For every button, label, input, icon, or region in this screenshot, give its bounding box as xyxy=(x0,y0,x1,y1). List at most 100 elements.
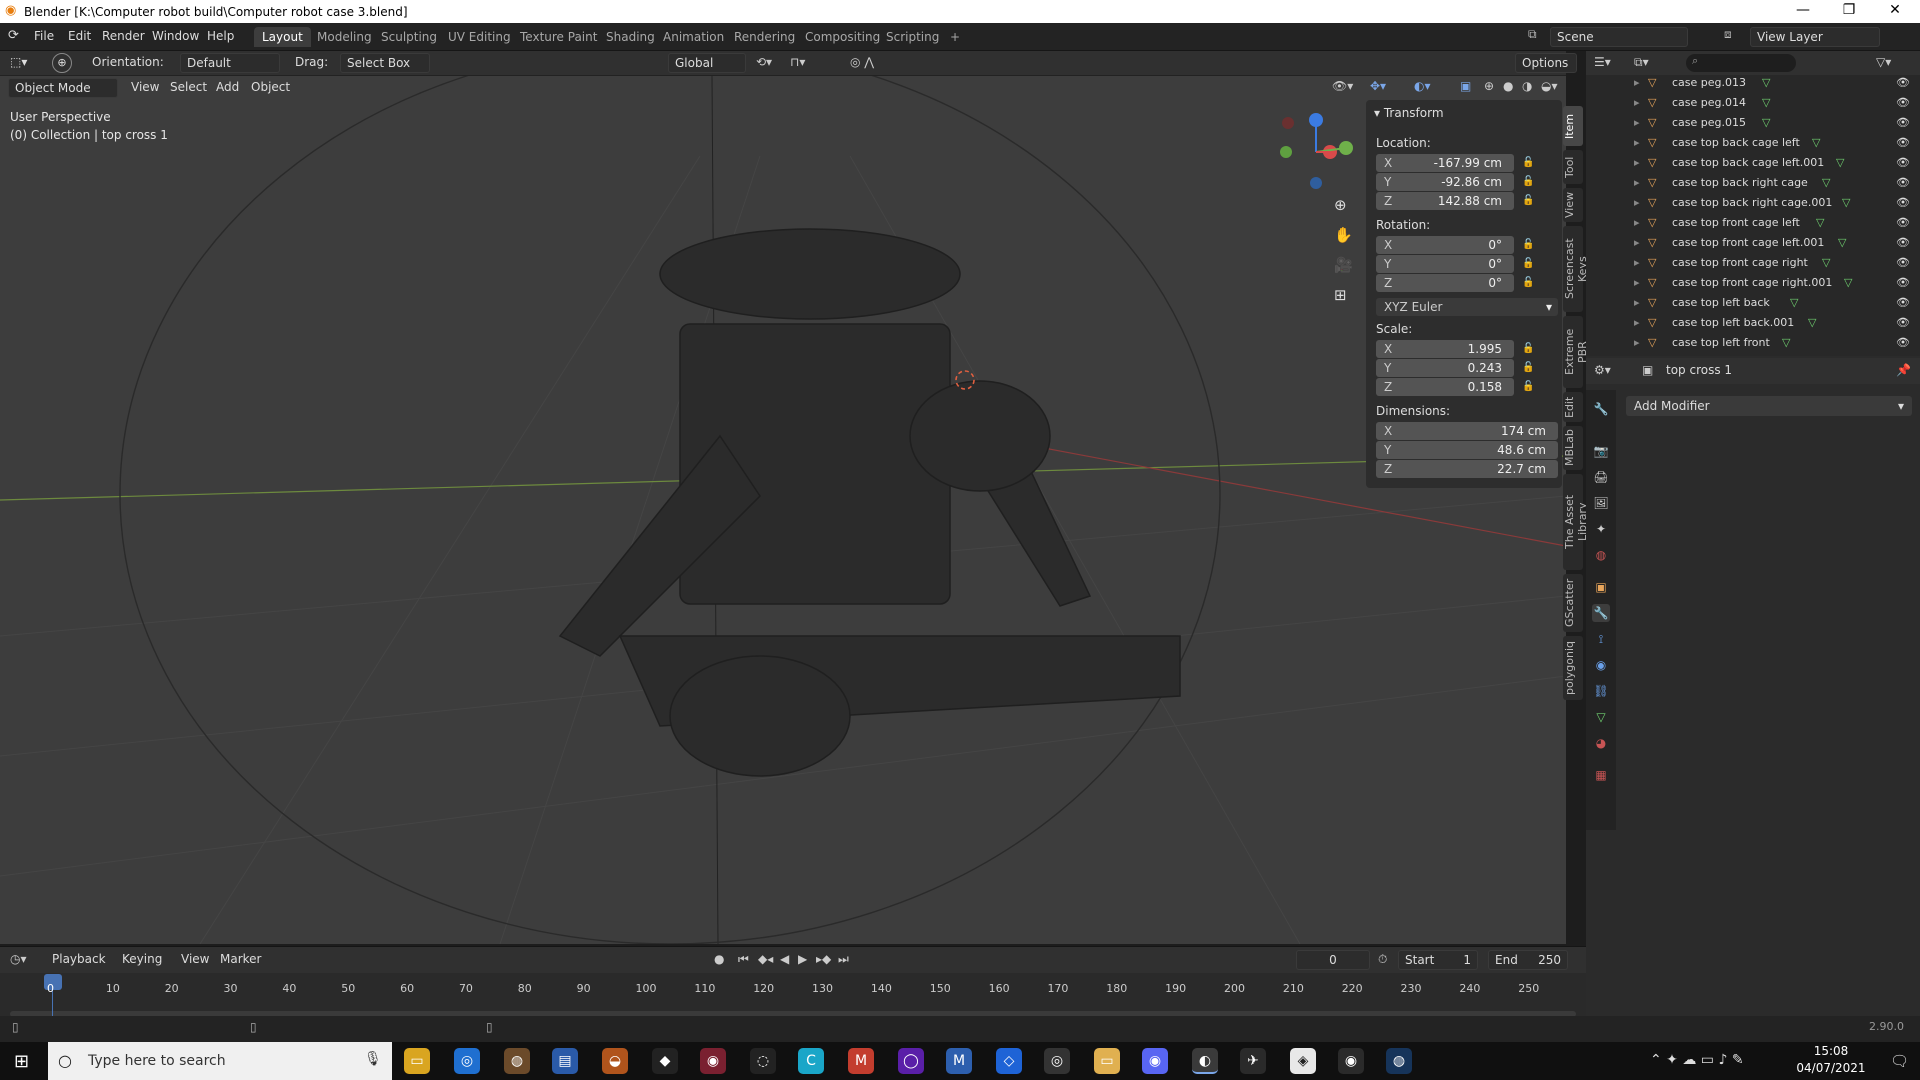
notifications-icon[interactable]: 🗨 xyxy=(1890,1052,1909,1070)
unity-icon[interactable]: ◆ xyxy=(652,1048,678,1074)
app-icon[interactable]: ✈ xyxy=(1240,1048,1266,1074)
proportional-edit-icon[interactable]: ◎ ⋀ xyxy=(850,55,874,69)
timeline-menu-view[interactable]: View xyxy=(181,952,209,966)
pan-hand-icon[interactable]: ✋ xyxy=(1334,226,1353,244)
outliner-item[interactable]: ▸ ▽ case top left back.001 ▽ 👁 xyxy=(1586,316,1920,336)
scene-tab-icon[interactable]: ✦ xyxy=(1592,520,1610,538)
snap-icon[interactable]: ⊓▾ xyxy=(790,55,805,69)
eye-icon[interactable]: 👁 xyxy=(1896,96,1910,109)
object-tab-icon[interactable]: ▣ xyxy=(1592,578,1610,596)
tab-scripting[interactable]: Scripting xyxy=(878,27,947,47)
menu-help[interactable]: Help xyxy=(207,29,234,43)
maximize-button[interactable]: ❐ xyxy=(1826,0,1872,23)
app-icon[interactable]: ◌ xyxy=(750,1048,776,1074)
app-icon[interactable]: ◉ xyxy=(700,1048,726,1074)
particles-tab-icon[interactable]: ⟟ xyxy=(1592,630,1610,648)
eye-icon[interactable]: 👁 xyxy=(1896,176,1910,189)
app-icon[interactable]: ◯ xyxy=(898,1048,924,1074)
gizmo-neg-z-axis[interactable] xyxy=(1310,177,1322,189)
lock-icon[interactable]: 🔓 xyxy=(1522,157,1536,169)
app-icon[interactable]: M xyxy=(848,1048,874,1074)
material-tab-icon[interactable]: ◕ xyxy=(1592,734,1610,752)
eye-icon[interactable]: 👁 xyxy=(1896,136,1910,149)
outliner-item[interactable]: ▸ ▽ case peg.015 ▽ 👁 xyxy=(1586,116,1920,136)
rotation-mode-dropdown[interactable]: XYZ Euler ▾ xyxy=(1376,298,1558,316)
rotation-x-field[interactable]: X 0° xyxy=(1376,236,1514,254)
tab-compositing[interactable]: Compositing xyxy=(797,27,888,47)
tab-mblab[interactable]: MBLab xyxy=(1563,426,1583,470)
end-frame-field[interactable]: End 250 xyxy=(1488,950,1568,970)
menu-file[interactable]: File xyxy=(34,29,54,43)
eye-icon[interactable]: 👁 xyxy=(1896,316,1910,329)
texture-tab-icon[interactable]: ▦ xyxy=(1592,766,1610,784)
render-tab-icon[interactable]: 📷 xyxy=(1592,442,1610,460)
tab-uv-editing[interactable]: UV Editing xyxy=(440,27,519,47)
tab-gscatter[interactable]: GScatter xyxy=(1563,574,1583,632)
jump-end-button[interactable]: ⏭ xyxy=(838,952,849,967)
transform-panel-title[interactable]: ▾ Transform xyxy=(1374,106,1444,120)
menu-window[interactable]: Window xyxy=(152,29,199,43)
play-button[interactable]: ▶ xyxy=(798,952,807,966)
dimensions-x-field[interactable]: X 174 cm xyxy=(1376,422,1558,440)
system-tray-icons[interactable]: ⌃ ✦ ☁ ▭ ♪ ✎ xyxy=(1650,1052,1744,1068)
overlay-toggle-icon[interactable]: ◐▾ xyxy=(1414,79,1431,93)
tab-shading[interactable]: Shading xyxy=(598,27,663,47)
pivot-icon[interactable]: ⟲▾ xyxy=(756,55,772,69)
tab-modeling[interactable]: Modeling xyxy=(309,27,380,47)
eye-icon[interactable]: 👁 xyxy=(1896,276,1910,289)
outliner-item[interactable]: ▸ ▽ case top front cage right ▽ 👁 xyxy=(1586,256,1920,276)
lock-icon[interactable]: 🔓 xyxy=(1522,195,1536,207)
tool-settings-tab-icon[interactable]: 🔧 xyxy=(1592,400,1610,418)
solid-shading-icon[interactable]: ● xyxy=(1503,79,1513,93)
drag-dropdown[interactable]: Select Box xyxy=(340,53,430,73)
orientation-dropdown[interactable]: Default xyxy=(180,53,280,73)
tab-item[interactable]: Item xyxy=(1563,106,1583,146)
modifier-tab-icon[interactable]: 🔧 xyxy=(1592,604,1610,622)
eye-icon[interactable]: 👁 xyxy=(1896,156,1910,169)
editor-type-icon[interactable]: ⬚▾ xyxy=(10,55,27,69)
tab-polygoniq[interactable]: polygoniq xyxy=(1563,636,1583,700)
eye-icon[interactable]: 👁 xyxy=(1896,116,1910,129)
location-z-field[interactable]: Z 142.88 cm xyxy=(1376,192,1514,210)
eye-icon[interactable]: 👁 xyxy=(1896,336,1910,349)
tab-sculpting[interactable]: Sculpting xyxy=(373,27,445,47)
play-reverse-button[interactable]: ◀ xyxy=(780,952,789,966)
active-tool-icon[interactable]: ⊕ xyxy=(52,53,72,73)
gizmo-neg-y-axis[interactable] xyxy=(1280,146,1292,158)
timeline-menu-keying[interactable]: Keying xyxy=(122,952,162,966)
outliner-item[interactable]: ▸ ▽ case top back cage left ▽ 👁 xyxy=(1586,136,1920,156)
outliner-editor-icon[interactable]: ☰▾ xyxy=(1594,55,1611,69)
blender-menu-icon[interactable]: ⟳ xyxy=(8,28,19,43)
app-icon[interactable]: ◈ xyxy=(1290,1048,1316,1074)
gizmo-toggle-icon[interactable]: ✥▾ xyxy=(1370,79,1386,93)
outliner-item[interactable]: ▸ ▽ case peg.014 ▽ 👁 xyxy=(1586,96,1920,116)
next-keyframe-button[interactable]: ▸◆ xyxy=(816,952,831,966)
tab-screencast-keys[interactable]: Screencast Keys xyxy=(1563,226,1589,312)
start-frame-field[interactable]: Start 1 xyxy=(1398,950,1478,970)
discord-icon[interactable]: ◉ xyxy=(1142,1048,1168,1074)
tab-asset-library[interactable]: The Asset Library xyxy=(1563,474,1589,570)
record-button[interactable]: ● xyxy=(714,952,724,966)
eye-icon[interactable]: 👁 xyxy=(1896,76,1910,89)
scale-z-field[interactable]: Z 0.158 xyxy=(1376,378,1514,396)
eye-icon[interactable]: 👁 xyxy=(1896,216,1910,229)
minimize-button[interactable]: — xyxy=(1780,0,1826,23)
location-y-field[interactable]: Y -92.86 cm xyxy=(1376,173,1514,191)
app-icon[interactable]: C xyxy=(798,1048,824,1074)
tab-view[interactable]: View xyxy=(1563,188,1583,222)
scale-y-field[interactable]: Y 0.243 xyxy=(1376,359,1514,377)
ortho-grid-icon[interactable]: ⊞ xyxy=(1334,286,1347,304)
3d-viewport[interactable] xyxy=(0,76,1566,944)
folder-icon[interactable]: ▭ xyxy=(1094,1048,1120,1074)
options-dropdown[interactable]: Options xyxy=(1515,53,1577,73)
blender-taskbar-icon[interactable]: ◐ xyxy=(1192,1048,1218,1074)
tab-texture-paint[interactable]: Texture Paint xyxy=(512,27,605,47)
app-icon[interactable]: ◎ xyxy=(1044,1048,1070,1074)
app-icon[interactable]: ◍ xyxy=(504,1048,530,1074)
filter-icon[interactable]: ▽▾ xyxy=(1876,55,1891,69)
chrome-icon[interactable]: ◉ xyxy=(1338,1048,1364,1074)
dimensions-z-field[interactable]: Z 22.7 cm xyxy=(1376,460,1558,478)
scale-x-field[interactable]: X 1.995 xyxy=(1376,340,1514,358)
outliner-item[interactable]: ▸ ▽ case top back right cage.001 ▽ 👁 xyxy=(1586,196,1920,216)
app-icon[interactable]: ◒ xyxy=(602,1048,628,1074)
